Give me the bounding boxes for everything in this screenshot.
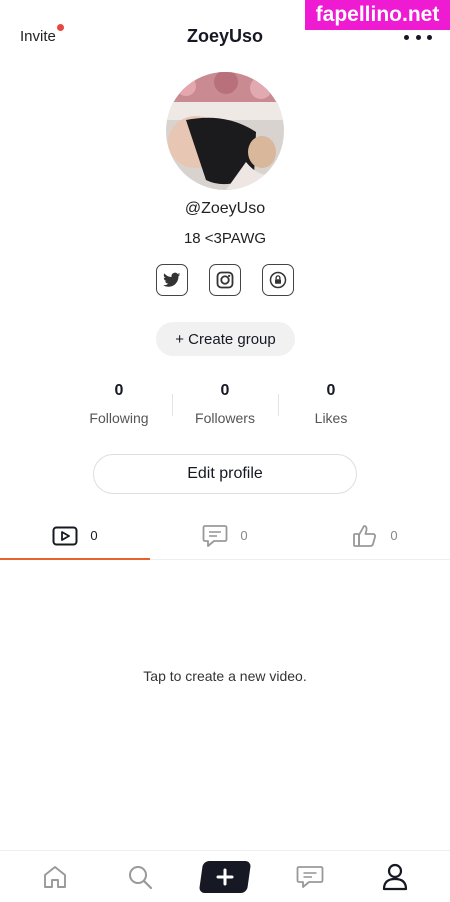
video-icon: [52, 526, 78, 545]
social-links: [156, 264, 294, 298]
tab-count: 0: [240, 528, 248, 543]
stat-value: 0: [326, 382, 336, 399]
search-icon: [128, 865, 152, 889]
stat-label: Likes: [314, 410, 348, 426]
profile-icon: [383, 863, 408, 890]
tab-count: 0: [390, 528, 398, 543]
edit-profile-button[interactable]: Edit profile: [93, 454, 357, 494]
create-group-button[interactable]: + Create group: [156, 322, 295, 356]
content-tabs: 0 0 0: [0, 512, 450, 560]
stat-label: Following: [89, 410, 149, 426]
messages-icon: [296, 865, 324, 888]
profile-handle: @ZoeyUso: [184, 200, 266, 217]
create-icon: [198, 860, 252, 893]
instagram-icon[interactable]: [209, 264, 241, 296]
stat-label: Followers: [195, 410, 255, 426]
comment-icon: [202, 524, 228, 547]
active-tab-indicator: [0, 558, 150, 560]
stat-likes[interactable]: 0 Likes: [278, 380, 384, 430]
lock-link-icon[interactable]: [262, 264, 294, 296]
stat-divider: [278, 394, 279, 416]
stat-divider: [172, 394, 173, 416]
stat-value: 0: [220, 382, 230, 399]
home-icon: [43, 865, 66, 888]
nav-messages[interactable]: [286, 858, 334, 896]
twitter-icon[interactable]: [156, 264, 188, 296]
nav-profile[interactable]: [371, 858, 419, 896]
avatar[interactable]: [166, 72, 284, 190]
stat-following[interactable]: 0 Following: [66, 380, 172, 430]
bottom-nav: [0, 850, 450, 902]
tab-comments[interactable]: 0: [150, 512, 300, 559]
nav-create[interactable]: [198, 858, 252, 896]
stat-followers[interactable]: 0 Followers: [172, 380, 278, 430]
empty-state-message: Tap to create a new video.: [143, 668, 307, 684]
more-options-icon[interactable]: [404, 35, 432, 41]
tab-likes[interactable]: 0: [300, 512, 450, 559]
tab-count: 0: [90, 528, 98, 543]
nav-search[interactable]: [116, 858, 164, 896]
stat-value: 0: [114, 382, 124, 399]
profile-bio: 18 <3PAWG: [183, 230, 267, 247]
thumbs-up-icon: [353, 524, 377, 547]
watermark: fapellino.net: [305, 0, 450, 30]
tab-videos[interactable]: 0: [0, 512, 150, 559]
nav-home[interactable]: [31, 858, 79, 896]
profile-stats: 0 Following 0 Followers 0 Likes: [66, 380, 384, 430]
